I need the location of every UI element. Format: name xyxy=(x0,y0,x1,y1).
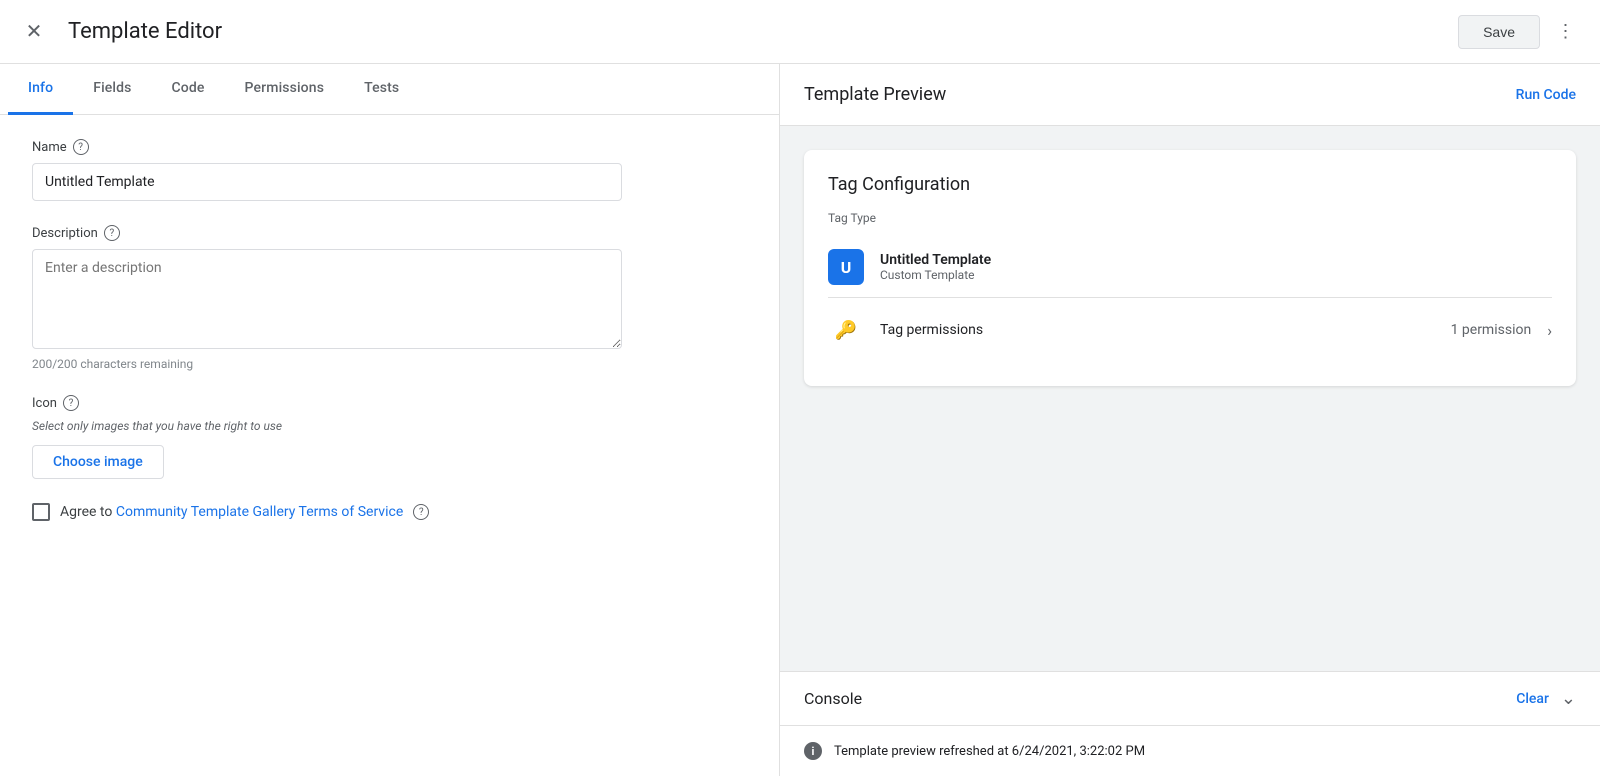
description-input[interactable] xyxy=(32,249,622,349)
icon-label: Icon ? xyxy=(32,395,747,411)
header-right: Save ⋮ xyxy=(1458,14,1584,50)
right-content: Tag Configuration Tag Type U Untitled Te… xyxy=(780,126,1600,671)
header-left: ✕ Template Editor xyxy=(16,14,222,50)
main-layout: Info Fields Code Permissions Tests Name … xyxy=(0,64,1600,776)
tab-code[interactable]: Code xyxy=(152,64,225,115)
tag-type-row: U Untitled Template Custom Template xyxy=(828,237,1552,298)
tos-text: Agree to Community Template Gallery Term… xyxy=(60,504,403,520)
name-label: Name ? xyxy=(32,139,747,155)
right-header: Template Preview Run Code xyxy=(780,64,1600,126)
tag-type-icon: U xyxy=(828,249,864,285)
left-content: Name ? Description ? 200/200 characters … xyxy=(0,115,779,776)
tab-bar: Info Fields Code Permissions Tests xyxy=(0,64,779,115)
save-button[interactable]: Save xyxy=(1458,15,1540,49)
name-field-group: Name ? xyxy=(32,139,747,201)
tag-config-card: Tag Configuration Tag Type U Untitled Te… xyxy=(804,150,1576,386)
run-code-button[interactable]: Run Code xyxy=(1516,87,1576,103)
description-help-icon[interactable]: ? xyxy=(104,225,120,241)
name-help-icon[interactable]: ? xyxy=(73,139,89,155)
right-panel: Template Preview Run Code Tag Configurat… xyxy=(780,64,1600,776)
clear-button[interactable]: Clear xyxy=(1516,691,1549,707)
tos-link[interactable]: Community Template Gallery Terms of Serv… xyxy=(116,504,403,520)
left-panel: Info Fields Code Permissions Tests Name … xyxy=(0,64,780,776)
tag-type-label: Tag Type xyxy=(828,211,1552,225)
console-message: i Template preview refreshed at 6/24/202… xyxy=(804,742,1576,760)
console-body: i Template preview refreshed at 6/24/202… xyxy=(780,726,1600,776)
tos-checkbox[interactable] xyxy=(32,503,50,521)
console-actions: Clear ⌄ xyxy=(1516,688,1576,709)
tag-name: Untitled Template xyxy=(880,252,1552,268)
description-label: Description ? xyxy=(32,225,747,241)
tab-permissions[interactable]: Permissions xyxy=(225,64,345,115)
collapse-console-button[interactable]: ⌄ xyxy=(1561,688,1576,709)
permissions-label: Tag permissions xyxy=(880,322,1435,338)
close-icon: ✕ xyxy=(26,19,43,44)
name-input[interactable] xyxy=(32,163,622,201)
tab-tests[interactable]: Tests xyxy=(344,64,419,115)
console-text: Template preview refreshed at 6/24/2021,… xyxy=(834,744,1145,759)
tag-subtitle: Custom Template xyxy=(880,268,1552,282)
permissions-row[interactable]: 🔑 Tag permissions 1 permission › xyxy=(828,298,1552,362)
console-info-icon: i xyxy=(804,742,822,760)
console-section: Console Clear ⌄ i Template preview refre… xyxy=(780,671,1600,776)
more-options-button[interactable]: ⋮ xyxy=(1548,14,1584,50)
tab-info[interactable]: Info xyxy=(8,64,73,115)
tag-config-title: Tag Configuration xyxy=(828,174,1552,195)
app-header: ✕ Template Editor Save ⋮ xyxy=(0,0,1600,64)
icon-field-group: Icon ? Select only images that you have … xyxy=(32,395,747,479)
page-title: Template Editor xyxy=(68,19,222,44)
tab-fields[interactable]: Fields xyxy=(73,64,151,115)
console-header: Console Clear ⌄ xyxy=(780,672,1600,726)
chevron-right-icon: › xyxy=(1547,321,1552,340)
tos-help-icon[interactable]: ? xyxy=(413,504,429,520)
tos-row: Agree to Community Template Gallery Term… xyxy=(32,503,747,521)
tag-info: Untitled Template Custom Template xyxy=(880,252,1552,282)
description-field-group: Description ? 200/200 characters remaini… xyxy=(32,225,747,371)
key-icon: 🔑 xyxy=(828,312,864,348)
icon-help-icon[interactable]: ? xyxy=(63,395,79,411)
choose-image-button[interactable]: Choose image xyxy=(32,445,164,479)
close-button[interactable]: ✕ xyxy=(16,14,52,50)
permissions-count: 1 permission xyxy=(1451,322,1532,338)
icon-hint: Select only images that you have the rig… xyxy=(32,419,747,433)
template-preview-title: Template Preview xyxy=(804,84,946,105)
char-count: 200/200 characters remaining xyxy=(32,357,747,371)
console-title: Console xyxy=(804,689,862,708)
